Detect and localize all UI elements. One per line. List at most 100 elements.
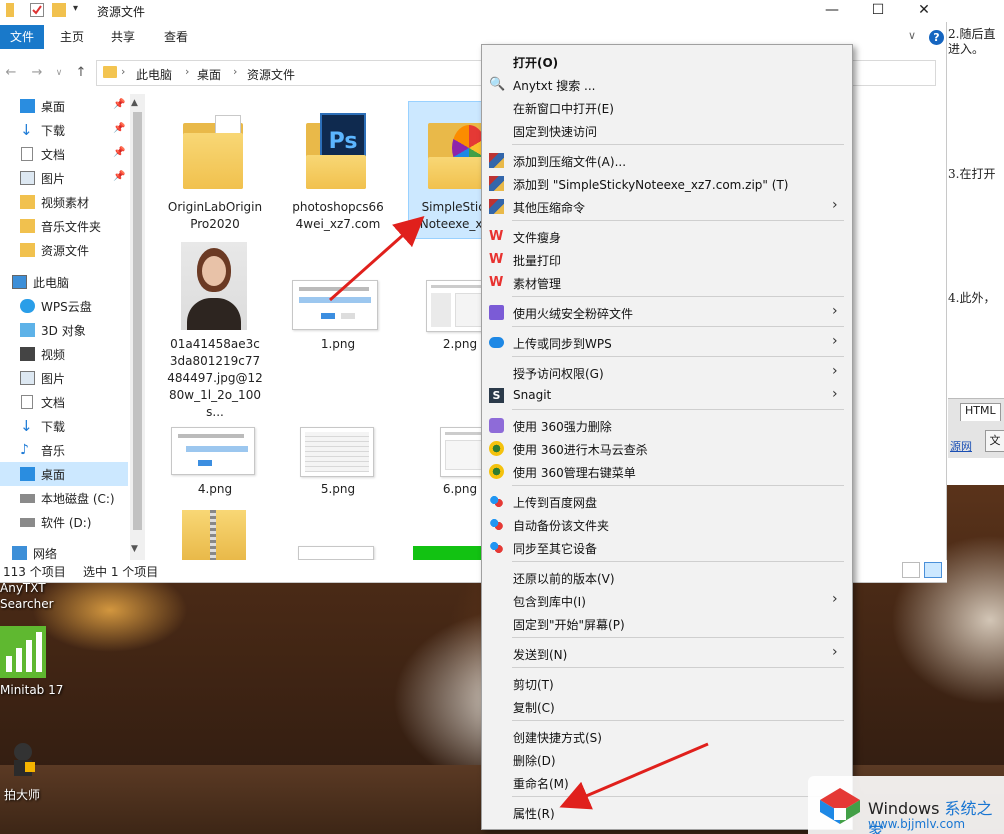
- expand-ribbon-icon[interactable]: ∨: [908, 29, 916, 42]
- new-folder-icon[interactable]: [52, 3, 66, 17]
- document-icon: [21, 147, 33, 161]
- chevron-down-icon[interactable]: ▾: [73, 3, 87, 17]
- sidebar-item-label: 网络: [33, 545, 57, 560]
- minitab-icon[interactable]: [0, 626, 46, 678]
- sidebar-item-network[interactable]: 网络: [0, 541, 128, 560]
- zip-folder-icon[interactable]: [182, 510, 246, 560]
- close-button[interactable]: ✕: [901, 0, 947, 22]
- tab-home[interactable]: 主页: [52, 25, 92, 49]
- pin-icon[interactable]: 📌: [113, 171, 125, 182]
- menu-item-include-library[interactable]: 包含到库中(I) ›: [482, 589, 852, 612]
- doc-html-tab[interactable]: HTML: [960, 403, 1001, 421]
- large-icons-view-icon[interactable]: [924, 562, 942, 578]
- menu-item-create-shortcut[interactable]: 创建快捷方式(S): [482, 725, 852, 748]
- menu-item-pin-start[interactable]: 固定到"开始"屏幕(P): [482, 612, 852, 635]
- chevron-right-icon[interactable]: ›: [121, 65, 125, 78]
- sidebar-item-pictures[interactable]: 图片 📌: [0, 166, 128, 190]
- sidebar-item-videos[interactable]: 视频: [0, 342, 128, 366]
- png-thumbnail[interactable]: [298, 546, 374, 560]
- sidebar-item-documents-pc[interactable]: 文档: [0, 390, 128, 414]
- desktop-icon-label-anytxt[interactable]: AnyTXT Searcher: [0, 580, 54, 612]
- menu-item-grant-access[interactable]: 授予访问权限(G) ›: [482, 361, 852, 384]
- menu-item-rename[interactable]: 重命名(M): [482, 771, 852, 794]
- sidebar-item-music[interactable]: ♪ 音乐: [0, 438, 128, 462]
- sidebar-item-this-pc[interactable]: 此电脑: [0, 270, 128, 294]
- up-icon[interactable]: ↑: [72, 64, 90, 82]
- sidebar-item-label: 视频素材: [41, 194, 89, 211]
- sidebar-item-drive-c[interactable]: 本地磁盘 (C:): [0, 486, 128, 510]
- menu-item-properties[interactable]: 属性(R): [482, 801, 852, 824]
- menu-item-label: 还原以前的版本(V): [513, 570, 615, 587]
- sidebar-item-3d-objects[interactable]: 3D 对象: [0, 318, 128, 342]
- sidebar-item-desktop[interactable]: 桌面 📌: [0, 94, 128, 118]
- menu-item-add-archive[interactable]: 添加到压缩文件(A)...: [482, 149, 852, 172]
- sidebar-item-drive-d[interactable]: 软件 (D:): [0, 510, 128, 534]
- sidebar-item-downloads-pc[interactable]: ↓ 下载: [0, 414, 128, 438]
- recent-dropdown-icon[interactable]: ∨: [50, 64, 68, 82]
- menu-item-send-to[interactable]: 发送到(N) ›: [482, 642, 852, 665]
- menu-item-snagit[interactable]: S Snagit ›: [482, 384, 852, 407]
- help-icon[interactable]: ?: [929, 30, 944, 45]
- sidebar-item-downloads[interactable]: ↓ 下载 📌: [0, 118, 128, 142]
- sidebar-item-wps-cloud[interactable]: WPS云盘: [0, 294, 128, 318]
- details-view-icon[interactable]: [902, 562, 920, 578]
- scroll-down-icon[interactable]: ▼: [131, 544, 138, 554]
- pin-icon[interactable]: 📌: [113, 99, 125, 110]
- sidebar-item-pictures-pc[interactable]: 图片: [0, 366, 128, 390]
- menu-item-open-new-window[interactable]: 在新窗口中打开(E): [482, 96, 852, 119]
- menu-item-file-slim[interactable]: W 文件瘦身: [482, 225, 852, 248]
- paidashi-icon[interactable]: [8, 740, 38, 780]
- scroll-up-icon[interactable]: ▲: [131, 98, 138, 108]
- sidebar-item-documents[interactable]: 文档 📌: [0, 142, 128, 166]
- desktop-icon-label-minitab[interactable]: Minitab 17: [0, 683, 63, 697]
- pin-icon[interactable]: 📌: [113, 147, 125, 158]
- menu-item-label: 上传到百度网盘: [513, 494, 597, 511]
- pin-icon[interactable]: 📌: [113, 123, 125, 134]
- sidebar-item-desktop-pc[interactable]: 桌面: [0, 462, 128, 486]
- png-thumbnail: [171, 427, 255, 475]
- menu-item-360-scan[interactable]: 使用 360进行木马云查杀: [482, 437, 852, 460]
- chevron-right-icon[interactable]: ›: [185, 65, 189, 78]
- menu-item-pin-quick-access[interactable]: 固定到快速访问: [482, 119, 852, 142]
- menu-item-copy[interactable]: 复制(C): [482, 695, 852, 718]
- tab-file[interactable]: 文件: [0, 25, 44, 49]
- desktop-icon-label-paidashi[interactable]: 拍大师: [4, 786, 40, 803]
- baidu-icon: [489, 517, 504, 532]
- menu-item-batch-print[interactable]: W 批量打印: [482, 248, 852, 271]
- menu-item-delete[interactable]: 删除(D): [482, 748, 852, 771]
- menu-item-restore-versions[interactable]: 还原以前的版本(V): [482, 566, 852, 589]
- tab-share[interactable]: 共享: [103, 25, 143, 49]
- tab-view[interactable]: 查看: [156, 25, 196, 49]
- properties-icon[interactable]: [30, 3, 44, 17]
- menu-item-baidu-upload[interactable]: 上传到百度网盘: [482, 490, 852, 513]
- minimize-button[interactable]: —: [809, 0, 855, 22]
- png-thumbnail[interactable]: [413, 546, 485, 560]
- menu-item-huorong-shred[interactable]: 使用火绒安全粉碎文件 ›: [482, 301, 852, 324]
- menu-item-360-manage[interactable]: 使用 360管理右键菜单: [482, 460, 852, 483]
- breadcrumb-resources[interactable]: 资源文件: [247, 66, 295, 83]
- forward-icon[interactable]: →: [28, 64, 46, 82]
- sidebar-item-music-folder[interactable]: 音乐文件夹: [0, 214, 128, 238]
- maximize-button[interactable]: ☐: [855, 0, 901, 22]
- menu-item-asset-manage[interactable]: W 素材管理: [482, 271, 852, 294]
- chevron-right-icon[interactable]: ›: [233, 65, 237, 78]
- sidebar-item-video-assets[interactable]: 视频素材: [0, 190, 128, 214]
- menu-item-anytxt-search[interactable]: 🔍 Anytxt 搜索 ...: [482, 73, 852, 96]
- sidebar-scrollbar-thumb[interactable]: [133, 112, 142, 530]
- breadcrumb-this-pc[interactable]: 此电脑: [136, 66, 172, 83]
- menu-item-baidu-sync[interactable]: 同步至其它设备: [482, 536, 852, 559]
- back-icon[interactable]: ←: [2, 64, 20, 82]
- sidebar-item-resources[interactable]: 资源文件: [0, 238, 128, 262]
- menu-item-cut[interactable]: 剪切(T): [482, 672, 852, 695]
- breadcrumb-desktop[interactable]: 桌面: [197, 66, 221, 83]
- shredder-icon: [489, 305, 504, 320]
- menu-item-baidu-backup[interactable]: 自动备份该文件夹: [482, 513, 852, 536]
- menu-item-open[interactable]: 打开(O): [482, 50, 852, 73]
- menu-item-other-compress[interactable]: 其他压缩命令 ›: [482, 195, 852, 218]
- menu-item-upload-wps[interactable]: 上传或同步到WPS ›: [482, 331, 852, 354]
- menu-item-add-to-zip[interactable]: 添加到 "SimpleStickyNoteexe_xz7.com.zip" (T…: [482, 172, 852, 195]
- doc-button[interactable]: 文: [985, 430, 1004, 452]
- baidu-icon: [489, 494, 504, 509]
- menu-item-360-delete[interactable]: 使用 360强力删除: [482, 414, 852, 437]
- doc-source-link[interactable]: 源网: [950, 438, 972, 454]
